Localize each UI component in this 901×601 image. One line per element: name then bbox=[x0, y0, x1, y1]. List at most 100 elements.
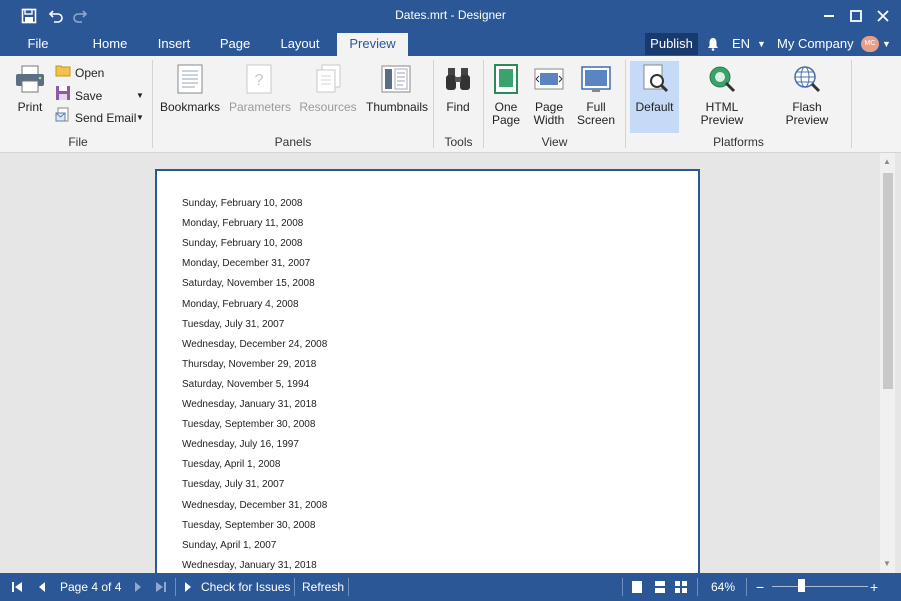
single-page-view-icon[interactable] bbox=[630, 580, 644, 594]
report-row: Tuesday, July 31, 2007 bbox=[182, 318, 285, 330]
thumbnails-icon bbox=[366, 64, 426, 97]
first-page-icon[interactable] bbox=[10, 580, 24, 594]
status-bar: Page 4 of 4 Check for Issues Refresh 64%… bbox=[0, 573, 901, 601]
report-row: Wednesday, December 31, 2008 bbox=[182, 499, 328, 511]
status-divider bbox=[746, 578, 747, 596]
multiple-pages-view-icon[interactable] bbox=[674, 580, 688, 594]
report-row: Saturday, November 15, 2008 bbox=[182, 278, 315, 290]
full-screen-icon bbox=[575, 64, 617, 97]
group-divider bbox=[851, 60, 852, 148]
avatar[interactable]: MC bbox=[861, 36, 879, 52]
report-row: Sunday, April 1, 2007 bbox=[182, 539, 277, 551]
status-divider bbox=[175, 578, 176, 596]
company-name[interactable]: My Company bbox=[777, 33, 854, 55]
minimize-icon[interactable] bbox=[818, 6, 840, 26]
last-page-icon[interactable] bbox=[154, 580, 168, 594]
tab-home[interactable]: Home bbox=[84, 33, 136, 56]
default-label: Default bbox=[635, 100, 674, 114]
zoom-slider-thumb[interactable] bbox=[797, 579, 805, 592]
scroll-down-icon[interactable]: ▼ bbox=[883, 559, 891, 568]
globe-icon bbox=[770, 64, 844, 97]
report-row: Wednesday, July 16, 1997 bbox=[182, 439, 299, 451]
default-platform-button[interactable]: Default bbox=[630, 61, 679, 133]
save-disk-icon bbox=[55, 85, 71, 107]
chevron-down-icon[interactable]: ▼ bbox=[136, 108, 144, 128]
close-icon[interactable] bbox=[872, 6, 894, 26]
folder-icon bbox=[55, 63, 71, 83]
refresh-button[interactable]: Refresh bbox=[302, 580, 344, 594]
tab-page[interactable]: Page bbox=[212, 33, 258, 56]
email-icon bbox=[55, 107, 71, 129]
report-row: Monday, February 11, 2008 bbox=[182, 218, 304, 230]
report-row: Tuesday, September 30, 2008 bbox=[182, 419, 316, 431]
group-label-tools: Tools bbox=[444, 135, 473, 149]
previous-page-icon[interactable] bbox=[36, 580, 48, 594]
play-icon[interactable] bbox=[182, 580, 194, 594]
continuous-view-icon[interactable] bbox=[653, 580, 667, 594]
print-button[interactable]: Print bbox=[10, 64, 50, 124]
thumbnails-button[interactable]: Thumbnails bbox=[366, 64, 428, 124]
ribbon-tab-bar: File Home Insert Page Layout Preview Pub… bbox=[0, 31, 901, 56]
status-divider bbox=[622, 578, 623, 596]
one-page-label-2: Page bbox=[491, 113, 521, 127]
resources-label: Resources bbox=[299, 100, 357, 114]
scroll-up-icon[interactable]: ▲ bbox=[883, 157, 891, 166]
window-title: Dates.mrt - Designer bbox=[395, 8, 506, 22]
group-label-view: View bbox=[541, 135, 568, 149]
html-preview-button[interactable]: HTML Preview bbox=[685, 64, 759, 127]
one-page-button[interactable]: One Page bbox=[488, 64, 524, 134]
find-button[interactable]: Find bbox=[438, 64, 478, 124]
tab-file[interactable]: File bbox=[16, 33, 60, 56]
html-preview-label: HTML Preview bbox=[700, 100, 744, 127]
save-menu-button[interactable]: Save ▼ bbox=[55, 85, 144, 107]
bell-icon[interactable] bbox=[706, 36, 720, 58]
zoom-slider-track[interactable] bbox=[772, 586, 868, 587]
flash-preview-label: Flash Preview bbox=[785, 100, 829, 127]
scrollbar-thumb[interactable] bbox=[883, 173, 893, 389]
resources-button[interactable]: Resources bbox=[298, 64, 358, 124]
maximize-icon[interactable] bbox=[845, 6, 867, 26]
resources-icon bbox=[298, 64, 358, 97]
page-indicator: Page 4 of 4 bbox=[60, 580, 122, 594]
report-row: Thursday, November 29, 2018 bbox=[182, 358, 317, 370]
report-row: Monday, February 4, 2008 bbox=[182, 298, 299, 310]
send-email-button[interactable]: Send Email ▼ bbox=[55, 107, 144, 129]
report-row: Sunday, February 10, 2008 bbox=[182, 238, 303, 250]
publish-button[interactable]: Publish bbox=[645, 33, 698, 55]
zoom-out-button[interactable]: − bbox=[756, 580, 764, 594]
language-selector[interactable]: EN bbox=[732, 33, 750, 55]
report-row: Tuesday, September 30, 2008 bbox=[182, 519, 316, 531]
vertical-scrollbar[interactable]: ▲ ▼ bbox=[880, 153, 895, 573]
save-label: Save bbox=[75, 89, 103, 103]
ribbon: Print Open Save ▼ Send Email ▼ File Book… bbox=[0, 56, 901, 153]
bookmarks-icon bbox=[160, 64, 220, 97]
tab-insert[interactable]: Insert bbox=[150, 33, 198, 56]
report-row: Tuesday, July 31, 2007 bbox=[182, 479, 285, 491]
report-row: Wednesday, December 24, 2008 bbox=[182, 338, 328, 350]
status-divider bbox=[348, 578, 349, 596]
full-screen-button[interactable]: Full Screen bbox=[575, 64, 617, 134]
preview-canvas[interactable]: Sunday, February 10, 2008 Monday, Februar… bbox=[0, 153, 901, 573]
page-width-button[interactable]: Page Width bbox=[530, 64, 568, 134]
bookmarks-button[interactable]: Bookmarks bbox=[160, 64, 220, 124]
report-row: Sunday, February 10, 2008 bbox=[182, 198, 303, 209]
bookmarks-label: Bookmarks bbox=[160, 100, 221, 114]
status-divider bbox=[294, 578, 295, 596]
zoom-value: 64% bbox=[711, 580, 736, 594]
open-button[interactable]: Open bbox=[55, 63, 104, 83]
check-issues-button[interactable]: Check for Issues bbox=[201, 580, 290, 594]
tab-preview[interactable]: Preview bbox=[337, 33, 408, 56]
zoom-in-button[interactable]: + bbox=[870, 580, 878, 594]
chevron-down-icon[interactable]: ▼ bbox=[136, 86, 144, 106]
page-width-icon bbox=[530, 64, 568, 97]
next-page-icon[interactable] bbox=[132, 580, 144, 594]
title-bar: Dates.mrt - Designer bbox=[0, 0, 901, 31]
tab-layout[interactable]: Layout bbox=[272, 33, 328, 56]
svg-text:?: ? bbox=[255, 72, 264, 89]
chevron-down-icon[interactable]: ▼ bbox=[757, 33, 766, 55]
chevron-down-icon[interactable]: ▼ bbox=[882, 33, 891, 55]
status-divider bbox=[697, 578, 698, 596]
open-label: Open bbox=[75, 66, 105, 80]
parameters-button[interactable]: ? Parameters bbox=[229, 64, 291, 124]
flash-preview-button[interactable]: Flash Preview bbox=[770, 64, 844, 127]
